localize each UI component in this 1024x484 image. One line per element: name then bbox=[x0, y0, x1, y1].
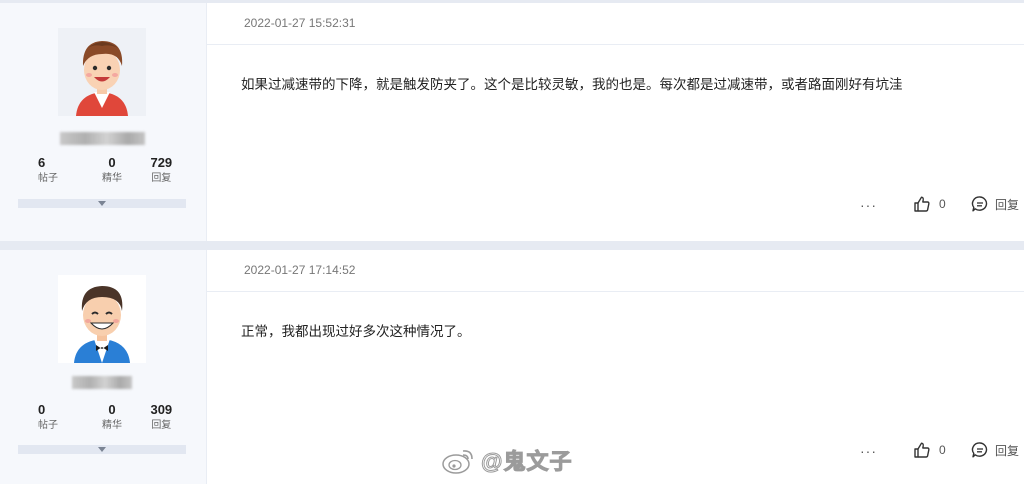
like-count: 0 bbox=[939, 197, 946, 211]
post-actions: ··· 0 回复 bbox=[724, 195, 1024, 219]
avatar-cartoon-man-icon bbox=[58, 28, 146, 116]
post-main: 2022-01-27 15:52:31 如果过减速带的下降，就是触发防夹了。这个… bbox=[207, 3, 1024, 241]
stat-replies[interactable]: 729 回复 bbox=[137, 155, 186, 186]
stat-featured[interactable]: 0 精华 bbox=[87, 402, 136, 433]
post-content: 正常，我都出现过好多次这种情况了。 bbox=[241, 324, 471, 339]
post-header: 2022-01-27 15:52:31 bbox=[207, 3, 1024, 45]
like-button[interactable]: 0 bbox=[913, 195, 946, 213]
user-panel: 6 帖子 0 精华 729 回复 bbox=[0, 3, 207, 241]
username-redacted bbox=[60, 132, 145, 145]
post-timestamp: 2022-01-27 15:52:31 bbox=[244, 16, 356, 30]
stat-replies[interactable]: 309 回复 bbox=[137, 402, 186, 433]
expand-user-info-button[interactable] bbox=[18, 445, 186, 454]
chevron-down-icon bbox=[98, 201, 106, 206]
avatar-cartoon-man-tuxedo-icon bbox=[58, 275, 146, 363]
stat-posts[interactable]: 6 帖子 bbox=[18, 155, 87, 186]
avatar[interactable] bbox=[58, 28, 146, 116]
weibo-logo-icon bbox=[442, 450, 473, 474]
post-content: 如果过减速带的下降，就是触发防夹了。这个是比较灵敏，我的也是。每次都是过减速带，… bbox=[241, 77, 903, 92]
post-timestamp: 2022-01-27 17:14:52 bbox=[244, 263, 356, 277]
user-stats: 0 帖子 0 精华 309 回复 bbox=[18, 402, 186, 433]
reply-label: 回复 bbox=[995, 443, 1020, 458]
expand-user-info-button[interactable] bbox=[18, 199, 186, 208]
comment-icon bbox=[971, 196, 988, 212]
post: 6 帖子 0 精华 729 回复 2022-01-27 15:52:31 如果过… bbox=[0, 3, 1024, 241]
comment-icon bbox=[971, 442, 988, 458]
reply-button[interactable]: 回复 bbox=[971, 441, 1019, 459]
like-count: 0 bbox=[939, 443, 946, 457]
watermark: @鬼文子 bbox=[441, 443, 572, 477]
more-options-button[interactable]: ··· bbox=[860, 197, 877, 213]
user-panel: 0 帖子 0 精华 309 回复 bbox=[0, 250, 207, 484]
thumbs-up-icon bbox=[914, 442, 930, 458]
reply-label: 回复 bbox=[995, 197, 1020, 212]
post-actions: ··· 0 回复 bbox=[724, 441, 1024, 465]
post-header: 2022-01-27 17:14:52 bbox=[207, 250, 1024, 292]
more-options-button[interactable]: ··· bbox=[860, 443, 877, 459]
reply-button[interactable]: 回复 bbox=[971, 195, 1019, 213]
chevron-down-icon bbox=[98, 447, 106, 452]
watermark-text: @鬼文子 bbox=[480, 449, 573, 475]
stat-featured[interactable]: 0 精华 bbox=[87, 155, 136, 186]
thumbs-up-icon bbox=[914, 196, 930, 212]
username-redacted bbox=[72, 376, 132, 389]
avatar[interactable] bbox=[58, 275, 146, 363]
post-separator bbox=[0, 241, 1024, 250]
like-button[interactable]: 0 bbox=[913, 441, 946, 459]
post-main: 2022-01-27 17:14:52 正常，我都出现过好多次这种情况了。 ··… bbox=[207, 250, 1024, 484]
user-stats: 6 帖子 0 精华 729 回复 bbox=[18, 155, 186, 186]
stat-posts[interactable]: 0 帖子 bbox=[18, 402, 87, 433]
